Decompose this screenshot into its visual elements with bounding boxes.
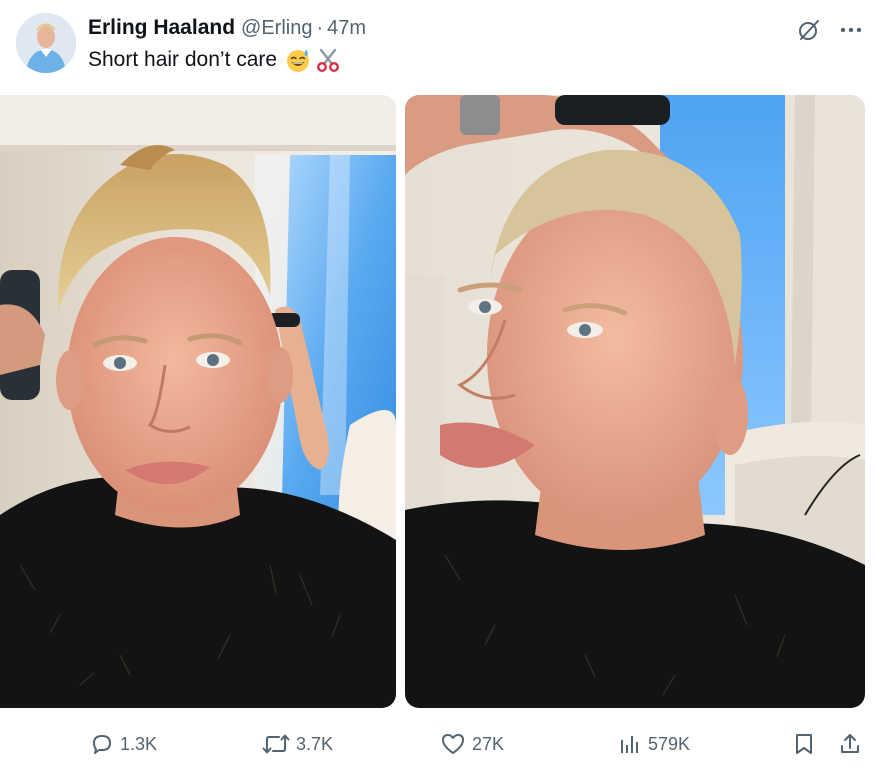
like-count: 27K xyxy=(472,733,505,754)
author-handle[interactable]: @Erling xyxy=(241,17,312,40)
avatar-photo xyxy=(16,13,76,73)
grok-icon[interactable] xyxy=(795,16,823,44)
separator-dot: · xyxy=(316,16,324,39)
views-count: 579K xyxy=(648,733,691,754)
author-row: Erling Haaland @Erling · 47m xyxy=(88,14,366,42)
timestamp[interactable]: 47m xyxy=(327,17,366,40)
media-photo-2[interactable] xyxy=(405,95,865,708)
views-button[interactable]: 579K xyxy=(618,730,690,758)
more-options-icon[interactable] xyxy=(837,16,865,44)
repost-icon xyxy=(262,734,290,754)
sweat-smile-emoji xyxy=(285,47,311,73)
media-photo-1[interactable] xyxy=(0,95,396,708)
action-bar: 1.3K 3.7K 27K 579K xyxy=(0,730,887,758)
reply-icon xyxy=(93,735,111,754)
share-icon xyxy=(841,734,859,753)
tweet-text-content: Short hair don’t care xyxy=(88,48,278,71)
avatar[interactable] xyxy=(16,13,76,73)
tweet-text: Short hair don’t care xyxy=(88,46,341,74)
bookmark-button[interactable] xyxy=(792,730,822,758)
repost-button[interactable]: 3.7K xyxy=(262,730,333,758)
top-actions xyxy=(795,16,865,44)
tweet-card[interactable]: Erling Haaland @Erling · 47m Short hair … xyxy=(0,0,887,768)
author-display-name[interactable]: Erling Haaland xyxy=(88,16,235,40)
reply-count: 1.3K xyxy=(120,733,158,754)
heart-icon xyxy=(442,734,464,754)
bookmark-icon xyxy=(796,734,812,754)
repost-count: 3.7K xyxy=(296,733,334,754)
scissors-emoji xyxy=(315,47,341,73)
views-chart-icon xyxy=(621,736,638,753)
share-button[interactable] xyxy=(838,730,868,758)
like-button[interactable]: 27K xyxy=(440,730,504,758)
reply-button[interactable]: 1.3K xyxy=(90,730,157,758)
